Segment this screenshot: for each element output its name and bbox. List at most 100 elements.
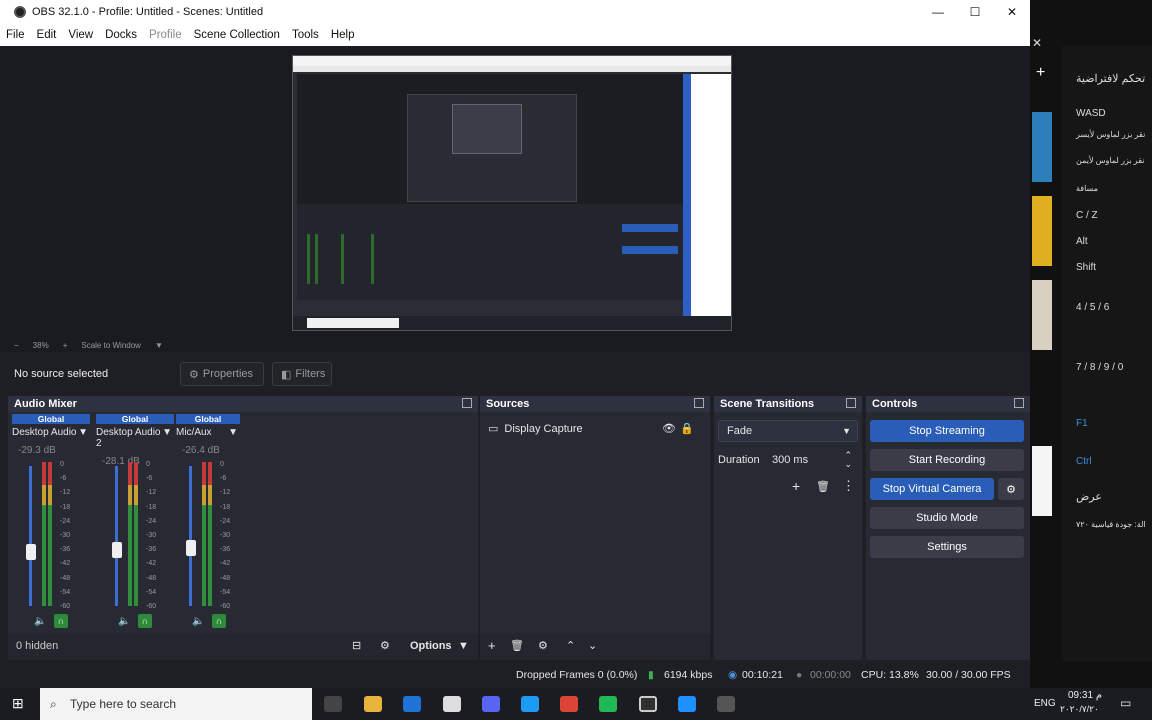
stop-streaming-button[interactable]: Stop Streaming xyxy=(870,420,1024,442)
options-button[interactable]: Options xyxy=(410,640,452,652)
lock-icon[interactable]: 🔒 xyxy=(680,422,694,435)
close-icon[interactable]: ✕ xyxy=(1032,36,1042,50)
speaker-icon[interactable]: 🔈 xyxy=(192,616,204,627)
tick-label: -24 xyxy=(146,517,157,525)
popout-icon[interactable] xyxy=(462,398,472,408)
settings-button[interactable]: Settings xyxy=(870,536,1024,558)
clock-date[interactable]: ٢٠٢٠/٧/٢٠ xyxy=(1060,704,1099,715)
control-row: WASD xyxy=(1076,108,1106,119)
chevron-down-icon[interactable]: ▼ xyxy=(78,427,88,438)
menu-edit[interactable]: Edit xyxy=(37,29,57,41)
tick-label: 0 xyxy=(146,461,150,468)
volume-fader-track[interactable] xyxy=(189,466,192,606)
speaker-icon[interactable]: 🔈 xyxy=(34,616,46,627)
add-icon[interactable]: + xyxy=(792,478,800,494)
chevron-down-icon[interactable]: ▼ xyxy=(458,640,469,652)
volume-fader-track[interactable] xyxy=(29,466,32,606)
mail-icon[interactable] xyxy=(443,696,461,712)
volume-fader-knob[interactable] xyxy=(186,540,196,556)
tick-label: -42 xyxy=(60,560,71,568)
mixer-channel: Global Mic/Aux ▼ -26.4 dB xyxy=(176,414,240,456)
stop-virtual-camera-button[interactable]: Stop Virtual Camera xyxy=(870,478,994,500)
tick-label: -6 xyxy=(60,475,67,483)
audio-mixer-title: Audio Mixer xyxy=(14,398,77,410)
menu-bar: File Edit View Docks Profile Scene Colle… xyxy=(0,24,1030,46)
chevron-down-icon[interactable]: ▼ xyxy=(162,427,172,449)
preview-meter xyxy=(371,234,374,284)
discord-icon[interactable] xyxy=(482,696,500,712)
menu-tools[interactable]: Tools xyxy=(292,29,319,41)
notification-icon[interactable]: ▭ xyxy=(1120,696,1131,710)
speaker-icon[interactable]: 🔈 xyxy=(118,616,130,627)
popout-icon[interactable] xyxy=(694,398,704,408)
gear-icon[interactable]: ⚙ xyxy=(538,639,548,652)
add-icon[interactable]: + xyxy=(488,638,496,653)
volume-fader-knob[interactable] xyxy=(26,544,36,560)
volume-fader-track[interactable] xyxy=(115,466,118,606)
menu-scene-collection[interactable]: Scene Collection xyxy=(194,29,280,41)
add-icon[interactable]: + xyxy=(1036,64,1045,82)
more-icon[interactable]: ⋮ xyxy=(842,478,855,494)
channel-name[interactable]: Desktop Audio ▼ xyxy=(12,427,90,438)
volume-fader-knob[interactable] xyxy=(112,542,122,558)
popout-icon[interactable] xyxy=(846,398,856,408)
channel-name[interactable]: Desktop Audio 2 ▼ xyxy=(96,427,174,449)
menu-file[interactable]: File xyxy=(6,29,25,41)
channel-db: -26.4 dB xyxy=(182,445,220,456)
store-icon[interactable] xyxy=(403,696,421,712)
thumbnail-image xyxy=(1032,112,1052,182)
clock-time[interactable]: 09:31 م xyxy=(1068,690,1102,701)
settings-icon[interactable] xyxy=(717,696,735,712)
tick-label: -36 xyxy=(60,546,71,554)
headphones-icon[interactable]: ∩ xyxy=(138,614,152,628)
duration-input[interactable]: 300 ms ⌃ ⌄ xyxy=(766,449,858,471)
mixer-channel: Global Desktop Audio 2 ▼ -28.1 dB xyxy=(96,414,174,467)
minimize-button[interactable]: — xyxy=(920,0,956,24)
headphones-icon[interactable]: ∩ xyxy=(54,614,68,628)
menu-docks[interactable]: Docks xyxy=(105,29,137,41)
gear-icon[interactable]: ⚙ xyxy=(998,478,1024,500)
preview-taskbar xyxy=(293,316,731,330)
app-icon[interactable] xyxy=(678,696,696,712)
language-indicator[interactable]: ENG xyxy=(1034,698,1056,709)
move-up-icon[interactable]: ⌃ xyxy=(566,639,575,652)
trash-icon[interactable]: 🗑 xyxy=(510,639,524,652)
gear-icon[interactable]: ⚙ xyxy=(380,639,390,652)
popout-icon[interactable] xyxy=(1014,398,1024,408)
eye-icon[interactable]: 👁 xyxy=(662,422,676,435)
layout-icon[interactable]: ⊟ xyxy=(352,639,361,652)
zoom-out-button[interactable]: − xyxy=(14,341,19,350)
app-k-icon[interactable] xyxy=(599,696,617,712)
file-explorer-icon[interactable] xyxy=(364,696,382,712)
start-recording-button[interactable]: Start Recording xyxy=(870,449,1024,471)
taskbar-search[interactable]: ⌕ Type here to search xyxy=(40,688,312,720)
chevron-down-icon[interactable]: ▼ xyxy=(228,427,238,438)
scale-mode[interactable]: Scale to Window xyxy=(81,341,141,350)
task-view-icon[interactable] xyxy=(324,696,342,712)
filters-button[interactable]: ◧ Filters xyxy=(272,362,332,386)
menu-view[interactable]: View xyxy=(68,29,93,41)
menu-profile[interactable]: Profile xyxy=(149,29,182,41)
maximize-button[interactable]: ☐ xyxy=(957,0,993,24)
chevron-down-icon[interactable]: ▼ xyxy=(155,341,163,350)
preview-canvas[interactable] xyxy=(292,55,732,331)
trash-icon[interactable]: 🗑 xyxy=(816,480,830,493)
scene-transitions-dock: Scene Transitions Fade ▼ Duration 300 ms… xyxy=(714,396,862,660)
browser-icon[interactable] xyxy=(521,696,539,712)
zoom-in-button[interactable]: + xyxy=(63,341,68,350)
spinner-icon[interactable]: ⌃ ⌄ xyxy=(844,451,852,469)
close-button[interactable]: ✕ xyxy=(994,0,1030,24)
chrome-icon[interactable] xyxy=(560,696,578,712)
properties-button[interactable]: ⚙ Properties xyxy=(180,362,264,386)
move-down-icon[interactable]: ⌄ xyxy=(588,639,597,652)
channel-name[interactable]: Mic/Aux ▼ xyxy=(176,427,240,438)
menu-help[interactable]: Help xyxy=(331,29,355,41)
obs-icon[interactable] xyxy=(639,696,657,712)
source-item[interactable]: ▭ Display Capture 👁 🔒 xyxy=(488,422,702,436)
studio-mode-button[interactable]: Studio Mode xyxy=(870,507,1024,529)
preview-side-panel xyxy=(691,74,731,318)
transition-select[interactable]: Fade ▼ xyxy=(718,420,858,442)
windows-start-icon[interactable]: ⊞ xyxy=(12,695,24,712)
headphones-icon[interactable]: ∩ xyxy=(212,614,226,628)
controls-dock: Controls Stop Streaming Start Recording … xyxy=(866,396,1030,660)
